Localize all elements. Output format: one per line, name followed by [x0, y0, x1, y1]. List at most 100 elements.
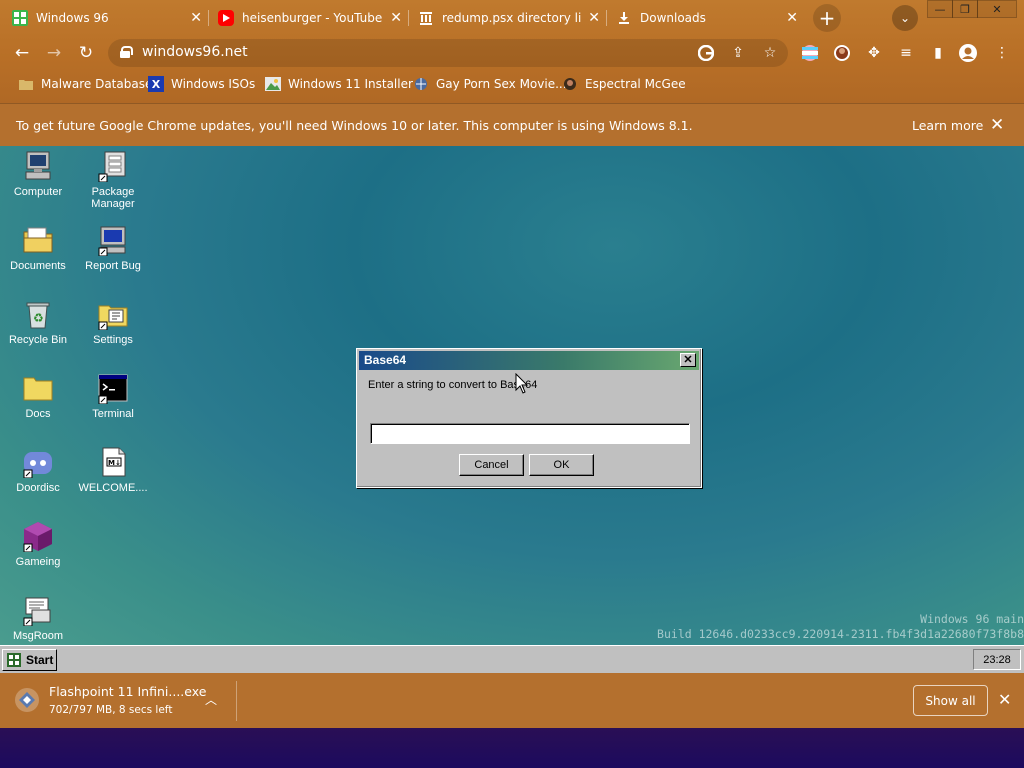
google-icon[interactable]	[696, 43, 716, 63]
taskbar-clock[interactable]: 23:28	[973, 649, 1021, 670]
desktop-icon-report-bug[interactable]: Report Bug	[75, 224, 151, 272]
update-infobar: To get future Google Chrome updates, you…	[0, 103, 1024, 146]
desktop-icon-label: Documents	[10, 260, 66, 272]
desktop-icon-terminal[interactable]: Terminal	[75, 372, 151, 420]
desktop-icon-doordisc[interactable]: Doordisc	[0, 446, 76, 494]
download-divider	[236, 681, 237, 721]
chevron-up-icon[interactable]: ︿	[205, 691, 217, 708]
start-button[interactable]: Start	[2, 649, 57, 671]
bookmark-windows-11-installer[interactable]: Windows 11 Installer	[265, 76, 413, 92]
url-text: windows96.net	[142, 44, 248, 60]
bookmark-label: Malware Database	[41, 77, 153, 91]
cancel-button[interactable]: Cancel	[459, 454, 524, 476]
windows96-favicon	[12, 10, 28, 26]
tab-divider	[408, 10, 409, 26]
dialog-prompt: Enter a string to convert to Base64	[368, 379, 538, 391]
bookmark-malware-database[interactable]: Malware Database	[18, 76, 152, 92]
profile-icon[interactable]	[958, 43, 978, 63]
tab-close-icon[interactable]: ✕	[786, 10, 798, 26]
desktop-icon-package-manager[interactable]: Package Manager	[75, 150, 151, 210]
desktop-icon-recycle-bin[interactable]: ♻ Recycle Bin	[0, 298, 76, 346]
infobar-message: To get future Google Chrome updates, you…	[16, 118, 693, 133]
tab-redump[interactable]: redump.psx directory listi ✕	[418, 4, 606, 32]
star-icon[interactable]: ☆	[760, 43, 780, 63]
download-shelf: Flashpoint 11 Infini....exe 702/797 MB, …	[0, 673, 1024, 728]
tab-close-icon[interactable]: ✕	[390, 10, 402, 26]
bookmark-label: Windows ISOs	[171, 77, 256, 91]
tab-close-icon[interactable]: ✕	[588, 10, 600, 26]
arrow-right-icon: →	[46, 43, 62, 63]
new-tab-button[interactable]: +	[813, 4, 841, 32]
learn-more-link[interactable]: Learn more	[912, 118, 983, 133]
minimize-button[interactable]: —	[927, 0, 953, 18]
bookmark-globe[interactable]: Gay Porn Sex Movie...	[413, 76, 567, 92]
address-bar[interactable]: windows96.net ⇪ ☆	[108, 39, 788, 67]
show-all-button[interactable]: Show all	[913, 685, 988, 716]
tab-title: Downloads	[640, 11, 706, 25]
desktop-icon-documents[interactable]: Documents	[0, 224, 76, 272]
download-shelf-close-icon[interactable]: ✕	[998, 690, 1011, 709]
desktop-icon-label: Settings	[93, 334, 133, 346]
tab-windows96[interactable]: Windows 96 ✕	[12, 4, 208, 32]
desktop-icon-welcome[interactable]: M↓ WELCOME....	[75, 446, 151, 494]
desktop-icon-label: MsgRoom	[12, 630, 64, 642]
restore-button[interactable]: ❐	[952, 0, 978, 18]
tab-strip: Windows 96 ✕ heisenburger - YouTube ✕ re…	[0, 0, 1024, 34]
reload-button[interactable]: ↻	[76, 43, 96, 63]
download-item-icon	[15, 688, 39, 712]
bookmark-windows-isos[interactable]: X Windows ISOs	[148, 76, 255, 92]
folder-icon	[22, 372, 54, 404]
desktop-icon-settings[interactable]: Settings	[75, 298, 151, 346]
desktop-icon-computer[interactable]: Computer	[0, 150, 76, 198]
back-button[interactable]: ←	[12, 43, 32, 63]
kebab-menu-icon[interactable]: ⋮	[992, 43, 1012, 63]
infobar-close-icon[interactable]: ✕	[990, 115, 1004, 135]
markdown-icon: M↓	[97, 446, 129, 478]
arrow-left-icon: ←	[14, 43, 30, 63]
tab-close-icon[interactable]: ✕	[190, 10, 202, 26]
folder-icon	[18, 76, 34, 92]
tab-downloads[interactable]: Downloads ✕	[616, 4, 804, 32]
tab-youtube[interactable]: heisenburger - YouTube ✕	[218, 4, 408, 32]
win96-taskbar: Start 23:28	[0, 645, 1024, 673]
close-window-button[interactable]: ✕	[977, 0, 1017, 18]
share-icon[interactable]: ⇪	[728, 43, 748, 63]
download-icon	[616, 10, 632, 26]
browser-chrome: Windows 96 ✕ heisenburger - YouTube ✕ re…	[0, 0, 1024, 146]
terminal-icon	[97, 372, 129, 405]
forward-button[interactable]: →	[44, 43, 64, 63]
side-panel-icon[interactable]: ▮	[928, 43, 948, 63]
computer-icon	[22, 150, 54, 182]
dialog-titlebar[interactable]: Base64 ✕	[359, 351, 699, 370]
restore-icon: ❐	[960, 2, 970, 16]
desktop-icon-msgroom[interactable]: MsgRoom	[0, 594, 76, 642]
bookmark-label: Windows 11 Installer	[288, 77, 413, 91]
dialog-close-button[interactable]: ✕	[680, 353, 696, 367]
bookmark-label: Gay Porn Sex Movie...	[436, 77, 567, 91]
flag-extension-icon[interactable]	[800, 43, 820, 63]
desktop-icon-label: Package Manager	[91, 186, 135, 210]
desktop-icon-label: WELCOME....	[78, 482, 148, 494]
globe-icon	[413, 76, 429, 92]
documents-icon	[22, 224, 54, 256]
desktop-icon-docs[interactable]: Docs	[0, 372, 76, 420]
x-icon: X	[148, 76, 164, 92]
download-filename[interactable]: Flashpoint 11 Infini....exe	[49, 684, 206, 699]
archive-favicon	[418, 10, 434, 26]
chevron-down-icon: ⌄	[899, 11, 911, 25]
report-bug-icon	[97, 224, 129, 257]
desktop-icon-label: Recycle Bin	[8, 334, 68, 346]
windows96-logo-icon	[6, 652, 22, 668]
recycle-bin-icon: ♻	[22, 298, 54, 330]
ok-button[interactable]: OK	[529, 454, 594, 476]
avatar-extension-icon[interactable]	[832, 43, 852, 63]
reload-icon: ↻	[78, 43, 94, 63]
tab-title: heisenburger - YouTube	[242, 11, 382, 25]
bookmark-espectral-mcgee[interactable]: Espectral McGee	[562, 76, 686, 92]
desktop-icon-gameing[interactable]: Gameing	[0, 520, 76, 568]
tab-divider	[606, 10, 607, 26]
puzzle-icon[interactable]: ✥	[864, 43, 884, 63]
base64-input[interactable]	[370, 423, 690, 444]
media-control-icon[interactable]: ≡	[896, 43, 916, 63]
tab-search-button[interactable]: ⌄	[892, 5, 918, 31]
